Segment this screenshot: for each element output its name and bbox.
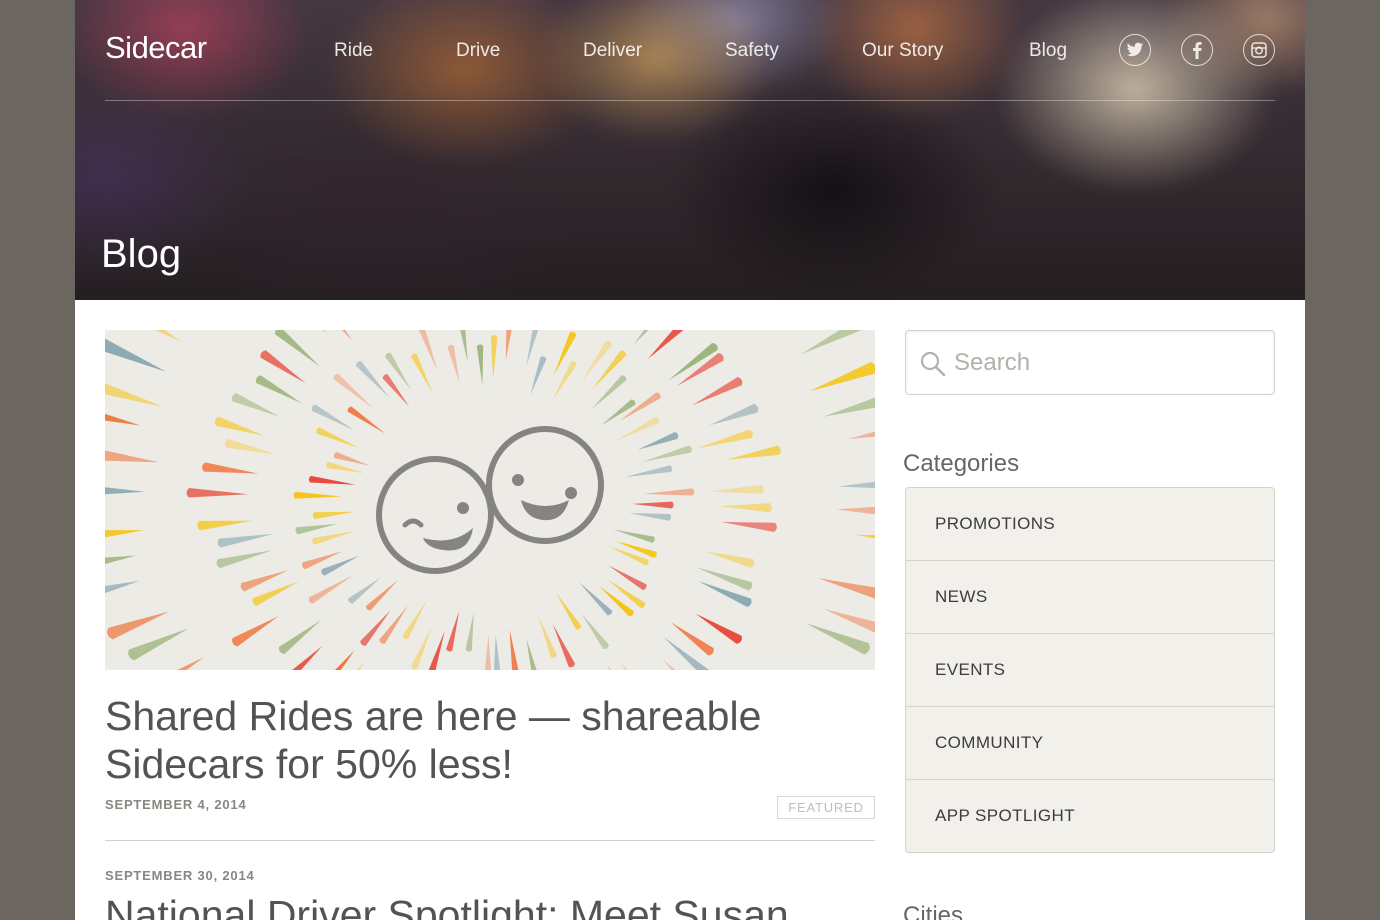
search-box	[905, 330, 1275, 395]
post-divider	[105, 840, 875, 841]
nav-blog[interactable]: Blog	[1029, 40, 1067, 62]
categories-heading: Categories	[903, 450, 1020, 477]
nav-safety[interactable]: Safety	[725, 40, 779, 62]
featured-post-title[interactable]: Shared Rides are here — shareable Sideca…	[105, 692, 845, 788]
search-input[interactable]	[952, 343, 1256, 383]
post-title[interactable]: National Driver Spotlight: Meet Susan	[105, 892, 789, 920]
category-app-spotlight[interactable]: APP SPOTLIGHT	[906, 780, 1274, 852]
facebook-icon[interactable]	[1181, 34, 1213, 66]
search-icon	[920, 351, 946, 377]
cities-heading: Cities	[903, 902, 964, 920]
categories-list: PROMOTIONS NEWS EVENTS COMMUNITY APP SPO…	[905, 487, 1275, 853]
top-nav: Sidecar Ride Drive Deliver Safety Our St…	[105, 0, 1275, 101]
nav-drive[interactable]: Drive	[456, 40, 500, 62]
sidecar-logo[interactable]: Sidecar	[105, 30, 207, 66]
instagram-icon[interactable]	[1243, 34, 1275, 66]
nav-deliver[interactable]: Deliver	[583, 40, 642, 62]
page-title: Blog	[101, 232, 182, 276]
nav-our-story[interactable]: Our Story	[862, 40, 943, 62]
page: Sidecar Ride Drive Deliver Safety Our St…	[75, 0, 1305, 920]
nav-ride[interactable]: Ride	[334, 40, 373, 62]
featured-badge: FEATURED	[777, 796, 875, 819]
post-date: SEPTEMBER 30, 2014	[105, 868, 255, 883]
featured-post-image[interactable]	[105, 330, 875, 670]
category-events[interactable]: EVENTS	[906, 634, 1274, 707]
category-promotions[interactable]: PROMOTIONS	[906, 488, 1274, 561]
hero-header: Sidecar Ride Drive Deliver Safety Our St…	[75, 0, 1305, 300]
twitter-icon[interactable]	[1119, 34, 1151, 66]
featured-post-date: SEPTEMBER 4, 2014	[105, 797, 247, 812]
smiley-burst-illustration	[105, 330, 875, 670]
category-community[interactable]: COMMUNITY	[906, 707, 1274, 780]
category-news[interactable]: NEWS	[906, 561, 1274, 634]
